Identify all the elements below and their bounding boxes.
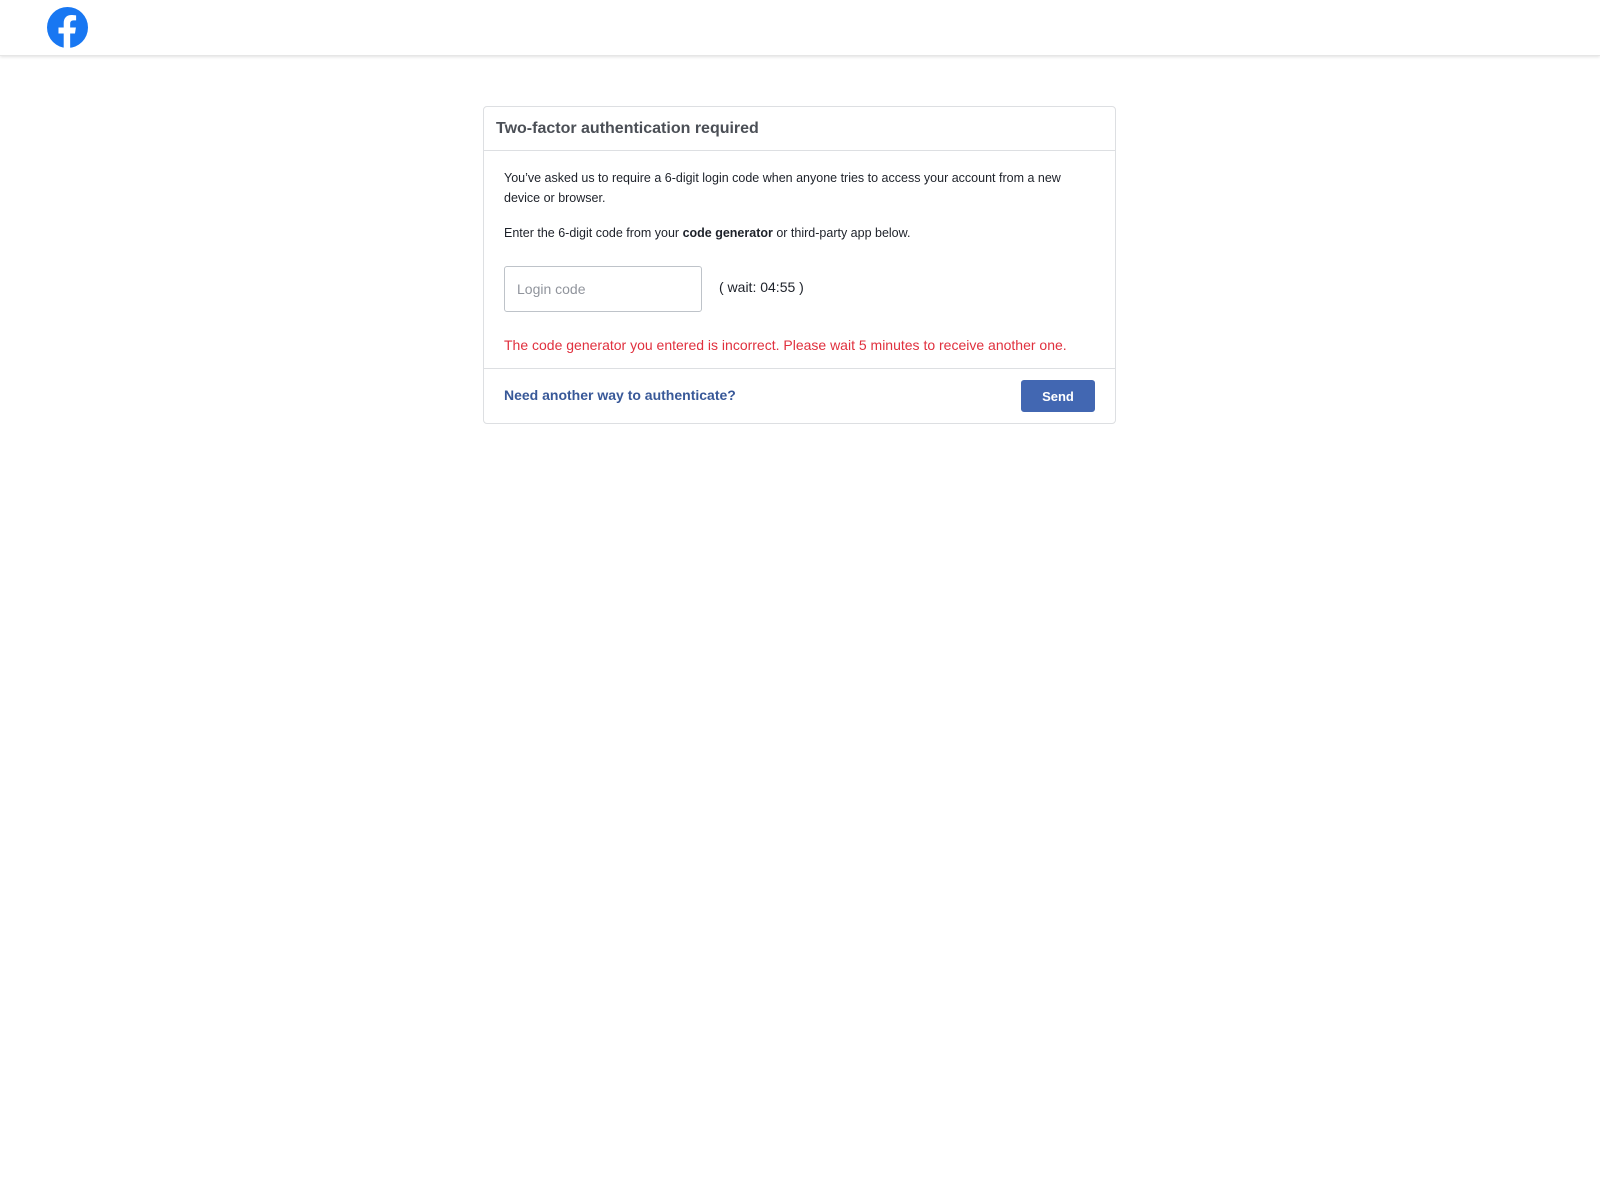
card-body: You’ve asked us to require a 6-digit log… [484,151,1115,369]
card-footer: Need another way to authenticate? Send [484,369,1115,423]
error-message: The code generator you entered is incorr… [504,337,1067,353]
top-navigation-bar [0,0,1600,56]
card-header: Two-factor authentication required [484,107,1115,151]
alternate-auth-link[interactable]: Need another way to authenticate? [504,387,736,403]
instruction-text: Enter the 6-digit code from your code ge… [504,223,910,243]
two-factor-card: Two-factor authentication required You’v… [483,106,1116,424]
login-code-input[interactable] [504,266,702,312]
instruction-suffix: or third-party app below. [772,226,911,240]
facebook-logo-icon[interactable] [47,7,88,48]
wait-timer: ( wait: 04:55 ) [719,279,804,295]
description-text: You’ve asked us to require a 6-digit log… [504,171,1061,205]
send-button[interactable]: Send [1021,380,1095,412]
instruction-prefix: Enter the 6-digit code from your [504,226,683,240]
instruction-bold: code generator [682,226,773,240]
card-title: Two-factor authentication required [496,119,759,137]
